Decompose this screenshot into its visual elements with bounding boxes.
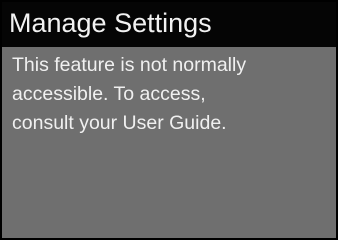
device-screen: Manage Settings This feature is not norm… (0, 0, 338, 240)
title-bar: Manage Settings (2, 2, 336, 47)
settings-dialog: Manage Settings This feature is not norm… (2, 2, 336, 238)
message-line-2: accessible. To access, (12, 83, 206, 105)
message-line-1: This feature is not normally (12, 54, 247, 76)
page-title: Manage Settings (9, 8, 212, 38)
access-message: This feature is not normally accessible.… (12, 51, 330, 138)
message-line-3: consult your User Guide. (12, 112, 227, 134)
